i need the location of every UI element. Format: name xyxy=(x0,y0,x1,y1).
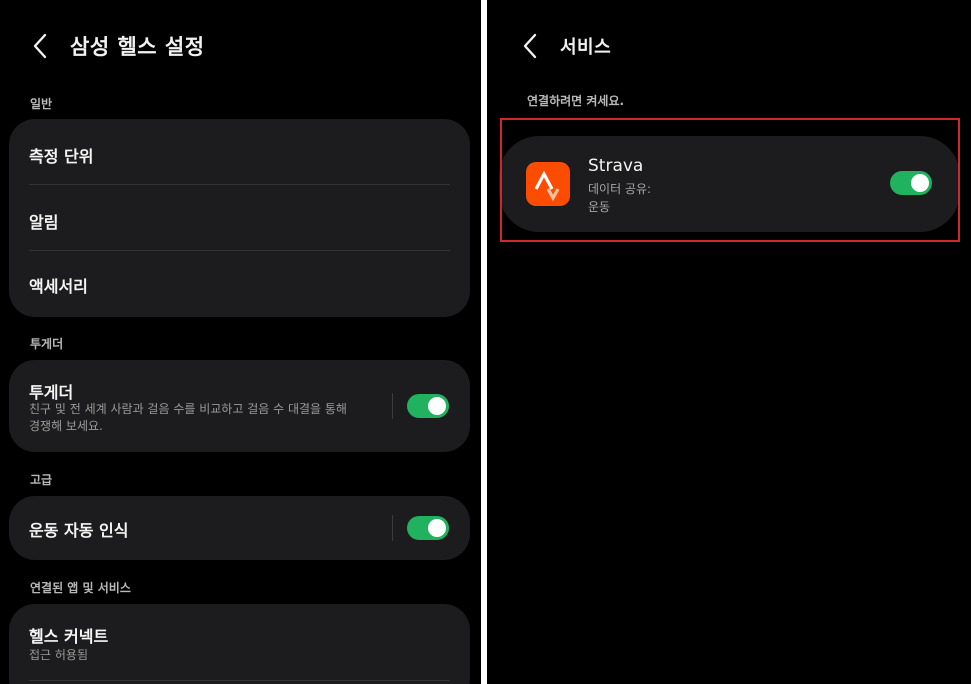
list-item-health-connect[interactable]: 헬스 커넥트 접근 허용됨 xyxy=(9,604,470,680)
general-card: 측정 단위 알림 액세서리 xyxy=(9,119,470,317)
health-connect-label: 헬스 커넥트 xyxy=(29,627,109,646)
advanced-card[interactable]: 운동 자동 인식 xyxy=(9,496,470,560)
connect-hint: 연결하려면 켜세요. xyxy=(527,94,625,108)
section-label-connected: 연결된 앱 및 서비스 xyxy=(30,581,131,595)
header: 삼성 헬스 설정 xyxy=(30,26,205,66)
section-label-together: 투게더 xyxy=(30,337,64,351)
back-arrow-icon[interactable] xyxy=(30,31,52,61)
vertical-separator xyxy=(392,393,393,419)
auto-workout-detection-label: 운동 자동 인식 xyxy=(29,521,129,540)
settings-panel: 삼성 헬스 설정 일반 측정 단위 알림 액세서리 투게더 투게더 친구 및 전… xyxy=(0,0,481,684)
vertical-separator xyxy=(392,515,393,541)
health-connect-status: 접근 허용됨 xyxy=(29,648,89,662)
section-label-advanced: 고급 xyxy=(30,473,53,487)
together-description-line1: 친구 및 전 세계 사람과 걸음 수를 비교하고 걸음 수 대결을 통해 xyxy=(29,402,347,416)
list-item-label: 측정 단위 xyxy=(29,147,94,166)
toggle-knob xyxy=(428,519,446,537)
page-title: 삼성 헬스 설정 xyxy=(70,35,205,59)
together-card[interactable]: 투게더 친구 및 전 세계 사람과 걸음 수를 비교하고 걸음 수 대결을 통해… xyxy=(9,360,470,452)
divider xyxy=(29,680,450,681)
list-item-notifications[interactable]: 알림 xyxy=(9,185,470,251)
back-arrow-icon[interactable] xyxy=(520,31,542,61)
highlight-box xyxy=(500,118,960,242)
list-item-label: 액세서리 xyxy=(29,277,88,296)
auto-workout-detection-toggle[interactable] xyxy=(407,516,449,540)
connected-card: 헬스 커넥트 접근 허용됨 xyxy=(9,604,470,684)
together-title: 투게더 xyxy=(29,383,74,402)
together-toggle[interactable] xyxy=(407,394,449,418)
together-description-line2: 경쟁해 보세요. xyxy=(29,419,103,433)
header: 서비스 xyxy=(520,26,611,66)
services-panel: 서비스 연결하려면 켜세요. Strava 데이터 공유: 운동 xyxy=(487,0,971,684)
list-item-label: 알림 xyxy=(29,213,59,232)
list-item-accessories[interactable]: 액세서리 xyxy=(9,251,470,317)
page-title: 서비스 xyxy=(560,37,612,58)
section-label-general: 일반 xyxy=(30,97,53,111)
toggle-knob xyxy=(428,397,446,415)
list-item-measure-unit[interactable]: 측정 단위 xyxy=(9,119,470,185)
